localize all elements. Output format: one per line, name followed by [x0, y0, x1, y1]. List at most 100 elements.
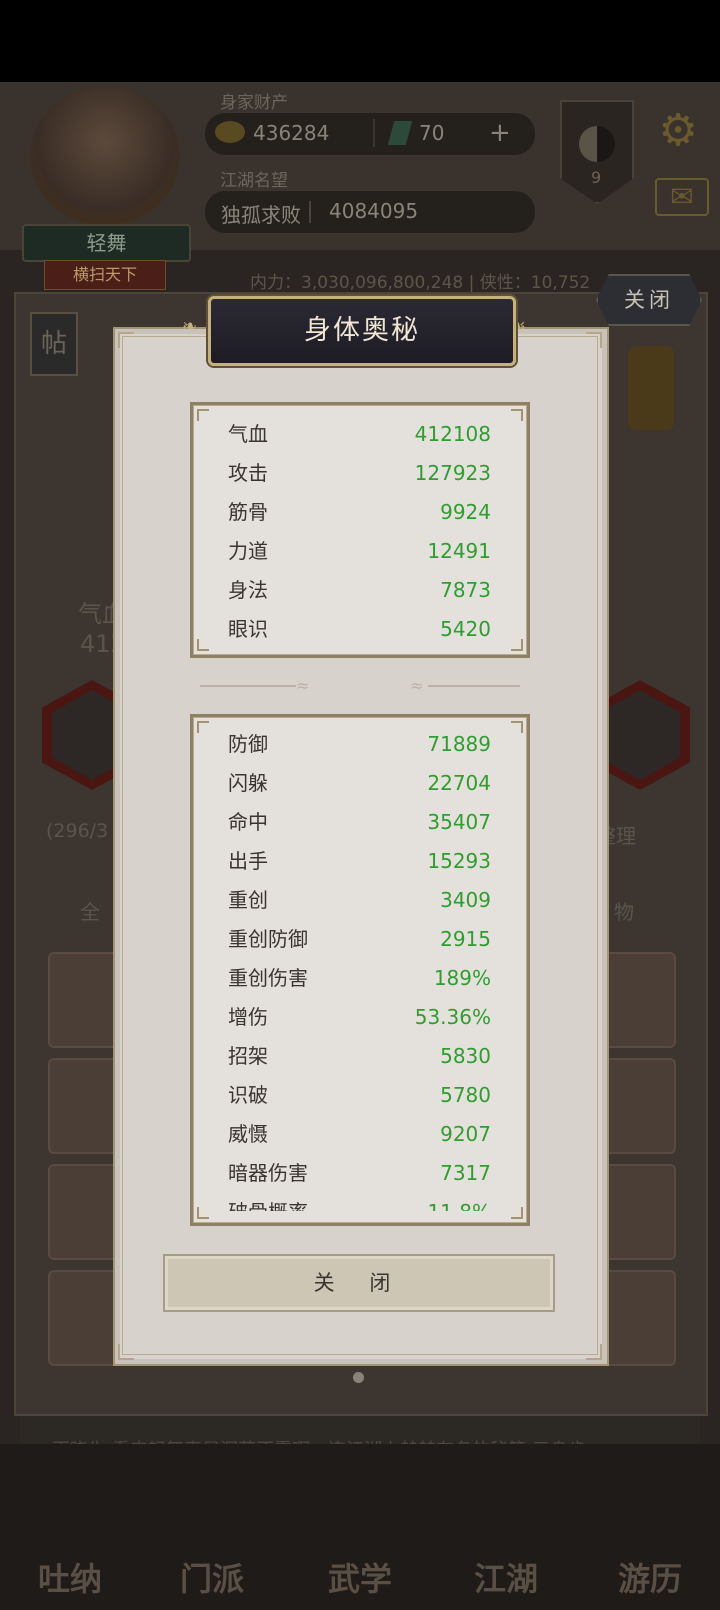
stat-value: 5780: [440, 1083, 491, 1107]
taiji-count: 9: [591, 168, 602, 187]
stat-row: 识破 5780: [193, 1076, 527, 1114]
divider: [373, 119, 375, 147]
stat-label: 识破: [228, 1083, 268, 1107]
stat-row: 重创伤害 189%: [193, 959, 527, 997]
stat-value: 15293: [427, 849, 491, 873]
stat-label: 增伤: [228, 1005, 268, 1029]
nav-travel[interactable]: 游历: [590, 1554, 710, 1600]
advanced-stats-panel[interactable]: 防御 71889 闪躲 22704 命中 35407 出手 15293 重创 3…: [190, 714, 530, 1226]
stat-row: 命中 35407: [193, 803, 527, 841]
stat-value: 9924: [440, 500, 491, 524]
emblem-icon[interactable]: [628, 346, 674, 430]
corner-ornament: [586, 1344, 602, 1360]
stat-label: 力道: [228, 539, 268, 563]
stat-value: 3409: [440, 888, 491, 912]
stat-label: 招架: [228, 1044, 268, 1068]
title-ornament-left: ❧: [182, 316, 198, 337]
fame-title: 独孤求败: [221, 203, 301, 227]
add-currency-button[interactable]: +: [489, 118, 511, 148]
stat-value: 412108: [414, 422, 491, 446]
stat-row: 出手 15293: [193, 842, 527, 880]
stat-value: 9207: [440, 1122, 491, 1146]
stat-label: 防御: [228, 732, 268, 756]
dialog-title: 身体奥秘: [304, 315, 420, 346]
basic-stats-panel: 气血 412108 攻击 127923 筋骨 9924 力道 12491 身法 …: [190, 402, 530, 658]
power-stats: 内力：3,030,096,800,248 | 侠性：10,752: [250, 273, 591, 293]
currency-label: 身家财产: [220, 93, 288, 113]
stat-row: 重创 3409: [193, 881, 527, 919]
nav-sect[interactable]: 门派: [152, 1554, 272, 1600]
stat-value: 7317: [440, 1161, 491, 1185]
gear-icon[interactable]: ⚙: [655, 108, 701, 154]
advanced-stats-scroll[interactable]: 防御 71889 闪躲 22704 命中 35407 出手 15293 重创 3…: [193, 725, 527, 1211]
player-avatar[interactable]: [30, 86, 180, 226]
stat-row: 增伤 53.36%: [193, 998, 527, 1036]
post-button[interactable]: 帖: [30, 312, 78, 376]
nav-martial[interactable]: 武学: [300, 1554, 420, 1600]
filter-item-tab[interactable]: 物: [614, 896, 634, 925]
bottom-nav: 吐纳 门派 武学 江湖 游历: [0, 1444, 720, 1610]
bag-count: (296/3: [46, 820, 109, 842]
stat-label: 攻击: [228, 461, 268, 485]
filter-all-tab[interactable]: 全: [80, 896, 100, 925]
stat-row: 闪躲 22704: [193, 764, 527, 802]
section-divider: ≈ ≈: [200, 676, 520, 696]
stat-label: 出手: [228, 849, 268, 873]
nav-tuna[interactable]: 吐纳: [10, 1554, 130, 1600]
stat-value: 5420: [440, 617, 491, 641]
stat-row: 眼识 5420: [193, 610, 527, 648]
stat-value: 189%: [433, 966, 491, 990]
stat-value: 5830: [440, 1044, 491, 1068]
stat-row: 威慑 9207: [193, 1115, 527, 1153]
stat-label: 破骨概率: [228, 1193, 308, 1211]
stat-label: 威慑: [228, 1122, 268, 1146]
status-bar: [0, 0, 720, 82]
stat-label: 气血: [228, 422, 268, 446]
stat-row: 筋骨 9924: [193, 493, 527, 531]
close-button-top[interactable]: 关闭: [596, 274, 702, 326]
corner-ornament: [586, 332, 602, 348]
close-button[interactable]: 关 闭: [163, 1254, 555, 1312]
stat-row: 暗器伤害 7317: [193, 1154, 527, 1192]
stat-row: 攻击 127923: [193, 454, 527, 492]
mail-icon[interactable]: ✉: [655, 178, 709, 216]
stat-row: 防御 71889: [193, 725, 527, 763]
gold-amount: 436284: [253, 121, 330, 145]
page-indicator: [353, 1372, 364, 1383]
dialog-title-plaque: 身体奥秘: [208, 296, 516, 366]
stat-label: 眼识: [228, 617, 268, 641]
stat-label: 命中: [228, 810, 268, 834]
jade-amount: 70: [419, 121, 445, 145]
player-title: 横扫天下: [44, 260, 166, 290]
fame-bar: 独孤求败 4084095: [204, 190, 536, 234]
stat-value: 127923: [414, 461, 491, 485]
currency-bar: 436284 70 +: [204, 112, 536, 156]
stat-value: 2915: [440, 927, 491, 951]
corner-ornament: [118, 332, 134, 348]
stat-row: 重创防御 2915: [193, 920, 527, 958]
stat-label: 身法: [228, 578, 268, 602]
stat-value: 71889: [427, 732, 491, 756]
yin-yang-icon: [579, 126, 615, 162]
stat-label: 筋骨: [228, 500, 268, 524]
stat-label: 闪躲: [228, 771, 268, 795]
stat-value: 53.36%: [414, 1005, 491, 1029]
stat-label: 重创: [228, 888, 268, 912]
stat-label: 重创伤害: [228, 966, 308, 990]
stat-value: 7873: [440, 578, 491, 602]
stat-label: 暗器伤害: [228, 1161, 308, 1185]
divider: [309, 201, 311, 223]
stat-value: 22704: [427, 771, 491, 795]
stat-value: 35407: [427, 810, 491, 834]
jade-icon: [387, 121, 413, 145]
stat-value: 11.8%: [427, 1193, 491, 1211]
stat-row: 力道 12491: [193, 532, 527, 570]
stat-label: 重创防御: [228, 927, 308, 951]
fame-value: 4084095: [329, 199, 419, 223]
stat-row: 气血 412108: [193, 415, 527, 453]
stat-row: 身法 7873: [193, 571, 527, 609]
nav-jianghu[interactable]: 江湖: [446, 1554, 566, 1600]
stat-row: 破骨概率 11.8%: [193, 1193, 527, 1211]
gold-icon: [215, 121, 245, 143]
stat-row: 招架 5830: [193, 1037, 527, 1075]
